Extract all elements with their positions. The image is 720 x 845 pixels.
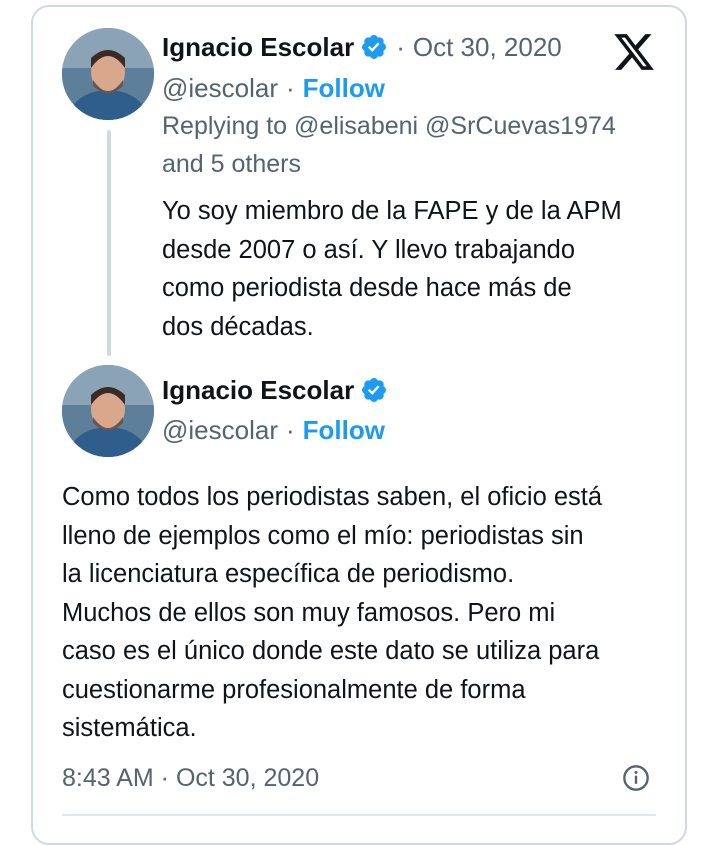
separator: ·	[285, 415, 295, 445]
author-row: Ignacio Escolar	[162, 374, 388, 406]
author-handle[interactable]: @iescolar	[162, 414, 278, 446]
text-line: caso es el único donde este dato se util…	[62, 637, 600, 665]
text-line: la licenciatura específica de periodismo…	[62, 560, 515, 588]
tweet-text: Yo soy miembro de la FAPE y de la APM de…	[162, 192, 622, 346]
reply-others[interactable]: and 5 others	[162, 150, 301, 178]
text-line: cuestionarme profesionalmente de forma	[62, 675, 526, 704]
text-line: Muchos de ellos son muy famosos. Pero mi	[62, 598, 556, 627]
verified-badge-icon	[360, 33, 388, 61]
follow-button[interactable]: Follow	[303, 414, 385, 446]
text-line: desde 2007 o así. Y llevo trabajando	[162, 235, 576, 264]
thread-connector	[107, 130, 111, 356]
reply-context: Replying to @elisabeni @SrCuevas1974 and…	[162, 107, 662, 183]
handle-row: @iescolar · Follow	[162, 414, 385, 446]
author-handle[interactable]: @iescolar	[162, 72, 278, 104]
follow-button[interactable]: Follow	[303, 72, 385, 104]
author-name[interactable]: Ignacio Escolar	[162, 31, 354, 63]
tweet-date[interactable]: Oct 30, 2020	[413, 31, 562, 63]
x-logo-icon[interactable]	[612, 30, 656, 74]
text-line: Como todos los periodistas saben, el ofi…	[62, 483, 603, 511]
avatar[interactable]	[62, 365, 154, 457]
verified-badge-icon	[360, 376, 388, 404]
tweet-text: Como todos los periodistas saben, el ofi…	[62, 478, 602, 748]
author-row: Ignacio Escolar · Oct 30, 2020	[162, 31, 562, 63]
text-line: lleno de ejemplos como el mío: periodist…	[62, 521, 584, 550]
tweet-timestamp[interactable]: 8:43 AM · Oct 30, 2020	[62, 760, 319, 796]
author-name[interactable]: Ignacio Escolar	[162, 374, 354, 406]
avatar[interactable]	[62, 28, 154, 120]
separator: ·	[285, 73, 295, 103]
text-line: Yo soy miembro de la FAPE y de la APM	[162, 197, 622, 225]
text-line: dos décadas.	[162, 312, 314, 341]
divider	[62, 814, 656, 816]
handle-row: @iescolar · Follow	[162, 72, 385, 104]
text-line: sistemática.	[62, 714, 197, 742]
info-icon[interactable]	[622, 764, 650, 792]
separator: ·	[396, 32, 405, 62]
text-line: como periodista desde hace más de	[162, 274, 572, 302]
reply-mentions[interactable]: @elisabeni @SrCuevas1974	[294, 112, 616, 140]
reply-prefix: Replying to	[162, 112, 288, 140]
